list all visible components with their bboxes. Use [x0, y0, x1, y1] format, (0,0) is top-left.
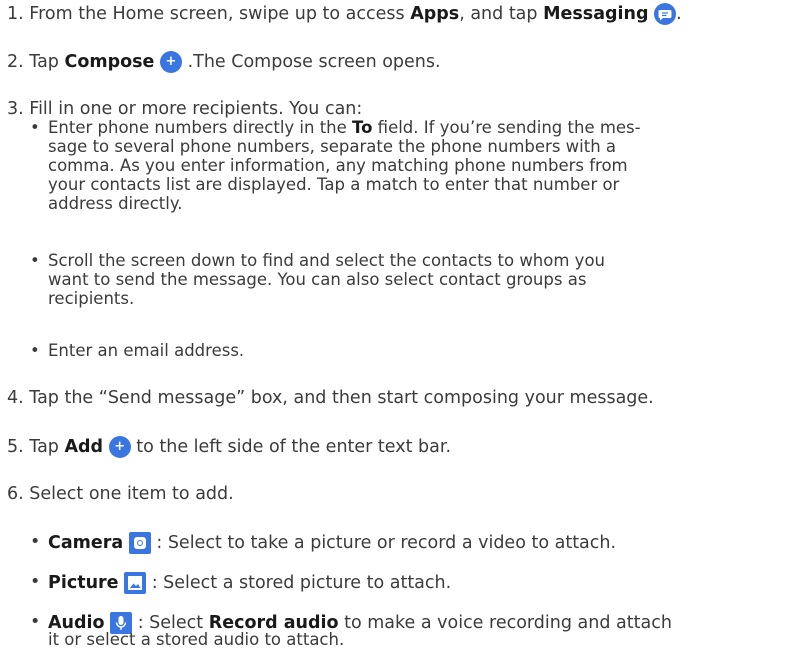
step-4: 4. Tap the “Send message” box, and then …: [7, 388, 654, 409]
bullet-3b: •: [30, 251, 40, 271]
bullet-3b-line-3: recipients.: [48, 289, 135, 308]
bullet: •: [30, 251, 40, 270]
step-text: to make a voice recording and attach: [338, 613, 672, 633]
picture-label: Picture: [48, 573, 119, 593]
bullet-3a-line-4: your contacts list are displayed. Tap a …: [48, 175, 620, 194]
step-number: 5.: [7, 437, 24, 457]
camera-icon: [128, 532, 151, 554]
bullet-6a: •: [30, 532, 40, 553]
bullet: •: [30, 612, 41, 632]
camera-item: Camera : Select to take a picture or rec…: [48, 532, 616, 554]
picture-item: Picture : Select a stored picture to att…: [48, 572, 451, 594]
plus-circle-icon: +: [108, 436, 131, 458]
step-5: 5. Tap Add + to the left side of the ent…: [7, 436, 451, 458]
step-text: to the left side of the enter text bar.: [130, 437, 452, 457]
bullet-6b: •: [30, 572, 40, 593]
bullet: •: [30, 341, 40, 360]
add-label: Add: [64, 437, 104, 457]
to-label: To: [352, 118, 373, 137]
step-text: Enter phone numbers directly in the: [48, 118, 353, 137]
bullet-3b-line-1: Scroll the screen down to find and selec…: [48, 251, 605, 270]
camera-label: Camera: [48, 533, 124, 553]
bullet: •: [30, 532, 41, 552]
step-number: 1.: [7, 4, 24, 24]
bullet-3c: •: [30, 341, 40, 361]
bullet-3b-line-2: want to send the message. You can also s…: [48, 270, 587, 289]
step-text: .The Compose screen opens.: [187, 52, 441, 72]
step-number: 6.: [7, 484, 24, 504]
step-text: : Select to take a picture or record a v…: [156, 533, 617, 553]
step-text: , and tap: [459, 4, 544, 24]
bullet: •: [30, 572, 41, 592]
step-text: Tap: [29, 437, 65, 457]
step-text: Tap the “Send message” box, and then sta…: [29, 388, 654, 408]
bullet: •: [30, 118, 40, 137]
messaging-label: Messaging: [543, 4, 649, 24]
step-text: .: [676, 4, 682, 24]
step-number: 4.: [7, 388, 24, 408]
apps-label: Apps: [410, 4, 460, 24]
messaging-bubble-icon: [654, 3, 677, 25]
step-text: Fill in one or more recipients. You can:: [29, 99, 363, 119]
compose-label: Compose: [64, 52, 155, 72]
step-3: 3. Fill in one or more recipients. You c…: [7, 99, 362, 120]
step-number: 2.: [7, 52, 24, 72]
step-number: 3.: [7, 99, 24, 119]
bullet-6c: •: [30, 612, 40, 633]
step-text: Select one item to add.: [29, 484, 234, 504]
step-text: field. If you’re sending the mes-: [372, 118, 641, 137]
bullet-3c-line-1: Enter an email address.: [48, 341, 245, 360]
bullet-3a-line-5: address directly.: [48, 194, 183, 213]
step-text: Tap: [29, 52, 65, 72]
picture-icon: [124, 572, 147, 594]
bullet-3a: •: [30, 118, 40, 138]
plus-circle-icon: +: [160, 51, 182, 73]
bullet-3a-line-2: sage to several phone numbers, separate …: [48, 137, 617, 156]
step-6: 6. Select one item to add.: [7, 484, 234, 505]
step-2: 2. Tap Compose + .The Compose screen ope…: [7, 51, 441, 73]
bullet-3a-line-3: comma. As you enter information, any mat…: [48, 156, 628, 175]
step-text: From the Home screen, swipe up to access: [29, 4, 411, 24]
step-1: 1. From the Home screen, swipe up to acc…: [7, 3, 682, 25]
bullet-3a-line-1: Enter phone numbers directly in the To f…: [48, 118, 641, 138]
step-text: : Select a stored picture to attach.: [151, 573, 452, 593]
